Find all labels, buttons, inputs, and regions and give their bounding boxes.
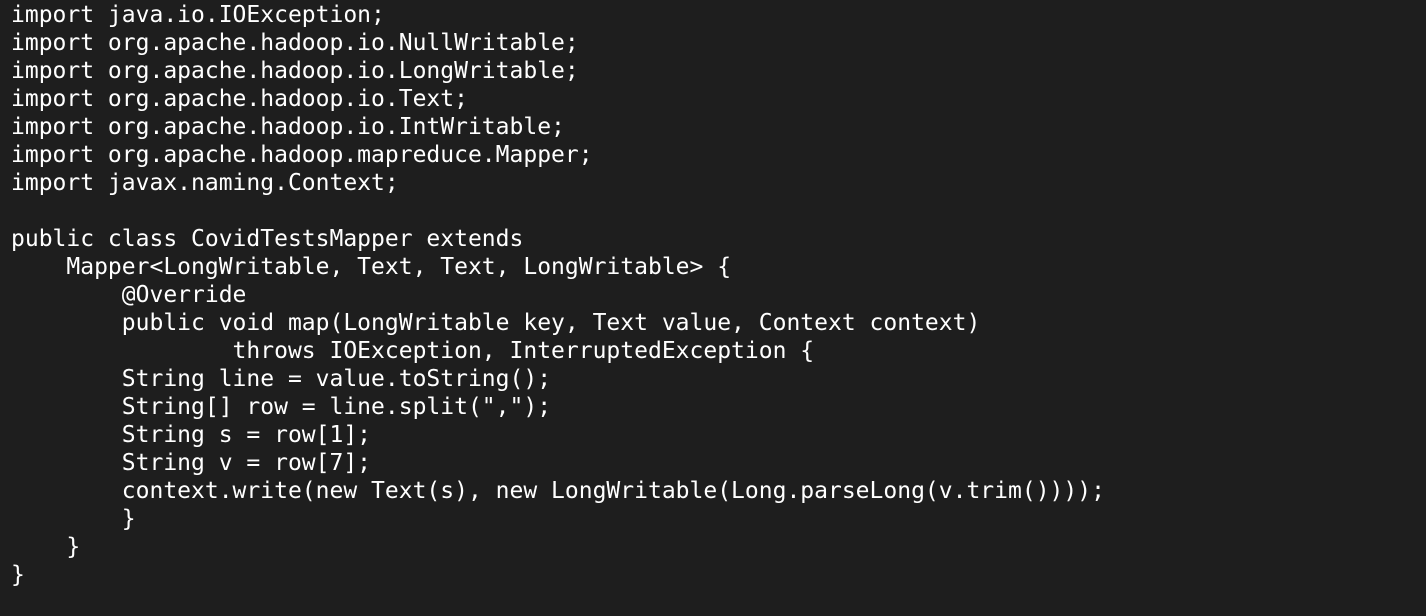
code-line: import org.apache.hadoop.io.IntWritable; [11, 114, 565, 140]
code-line: String s = row[1]; [11, 422, 372, 448]
code-line: public void map(LongWritable key, Text v… [11, 310, 981, 336]
code-line: throws IOException, InterruptedException… [11, 338, 815, 364]
code-line: import org.apache.hadoop.mapreduce.Mappe… [11, 142, 593, 168]
code-lines: import java.io.IOException; import org.a… [11, 1, 1426, 589]
code-line: @Override [11, 282, 247, 308]
code-editor[interactable]: import java.io.IOException; import org.a… [0, 0, 1426, 616]
code-line: import org.apache.hadoop.io.Text; [11, 86, 468, 112]
code-line: String[] row = line.split(","); [11, 394, 552, 420]
code-line: } [11, 562, 25, 588]
code-line: } [11, 534, 81, 560]
code-line: import javax.naming.Context; [11, 170, 399, 196]
code-line: import org.apache.hadoop.io.NullWritable… [11, 30, 579, 56]
code-line: String line = value.toString(); [11, 366, 552, 392]
code-line: context.write(new Text(s), new LongWrita… [11, 478, 1105, 504]
code-line: String v = row[7]; [11, 450, 372, 476]
code-line: Mapper<LongWritable, Text, Text, LongWri… [11, 254, 732, 280]
code-line: public class CovidTestsMapper extends [11, 226, 524, 252]
code-line: import java.io.IOException; [11, 2, 385, 28]
code-line: } [11, 506, 136, 532]
code-line: import org.apache.hadoop.io.LongWritable… [11, 58, 579, 84]
